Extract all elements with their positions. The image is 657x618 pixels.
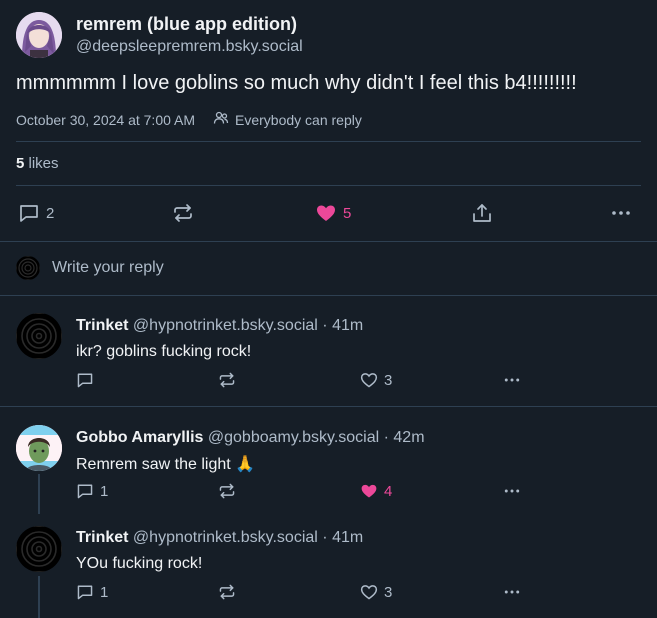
like-count: 3 bbox=[384, 371, 393, 389]
reply-count: 2 bbox=[46, 204, 55, 222]
reply-button[interactable] bbox=[76, 371, 94, 389]
thread-line bbox=[38, 576, 40, 618]
more-options-button[interactable] bbox=[610, 202, 632, 224]
repost-arrows-icon bbox=[218, 371, 236, 389]
repost-button[interactable] bbox=[218, 583, 236, 601]
reply-author-handle[interactable]: @gobboamy.bsky.social bbox=[208, 429, 379, 446]
heart-icon bbox=[315, 202, 337, 224]
reply-text: Remrem saw the light 🙏 bbox=[76, 456, 256, 473]
reply-author-handle[interactable]: @hypnotrinket.bsky.social bbox=[133, 317, 318, 334]
speech-bubble-icon bbox=[76, 371, 94, 389]
reply-count: 1 bbox=[100, 482, 109, 500]
share-upload-icon bbox=[471, 202, 493, 224]
reply-author-name[interactable]: Gobbo Amaryllis bbox=[76, 429, 203, 446]
ellipsis-icon bbox=[502, 371, 522, 389]
repost-button[interactable] bbox=[172, 202, 194, 224]
my-avatar bbox=[16, 256, 40, 280]
share-button[interactable] bbox=[471, 202, 493, 224]
post-timestamp[interactable]: October 30, 2024 at 7:00 AM bbox=[16, 112, 195, 128]
reply-time[interactable]: 41m bbox=[332, 529, 363, 546]
reply-time[interactable]: 42m bbox=[393, 429, 424, 446]
reply-author-name[interactable]: Trinket bbox=[76, 529, 128, 546]
like-count: 5 bbox=[343, 204, 352, 222]
author-handle[interactable]: @deepsleepremrem.bsky.social bbox=[76, 38, 303, 56]
repost-button[interactable] bbox=[218, 371, 236, 389]
likes-summary[interactable]: 5 likes bbox=[16, 155, 59, 172]
reply-avatar[interactable] bbox=[16, 526, 62, 572]
reply-text: YOu fucking rock! bbox=[76, 555, 203, 572]
thread-line bbox=[38, 474, 40, 514]
heart-icon bbox=[360, 371, 378, 389]
reply-header: Trinket @hypnotrinket.bsky.social · 41m bbox=[76, 317, 363, 335]
reply-author-handle[interactable]: @hypnotrinket.bsky.social bbox=[133, 529, 318, 546]
more-options-button[interactable] bbox=[502, 482, 522, 500]
more-options-button[interactable] bbox=[502, 371, 522, 389]
separator: · bbox=[322, 317, 328, 334]
reply-avatar[interactable] bbox=[16, 313, 62, 359]
ellipsis-icon bbox=[502, 583, 522, 601]
likes-label: likes bbox=[28, 155, 59, 172]
reply-setting-link[interactable]: Everybody can reply bbox=[235, 112, 362, 128]
like-count: 3 bbox=[384, 583, 393, 601]
reply-time[interactable]: 41m bbox=[332, 317, 363, 334]
divider bbox=[0, 295, 657, 296]
people-icon bbox=[213, 110, 229, 129]
like-button[interactable]: 3 bbox=[360, 371, 392, 389]
speech-bubble-icon bbox=[76, 482, 94, 500]
repost-arrows-icon bbox=[218, 583, 236, 601]
repost-arrows-icon bbox=[218, 482, 236, 500]
more-options-button[interactable] bbox=[502, 583, 522, 601]
speech-bubble-icon bbox=[18, 202, 40, 224]
reply-text: ikr? goblins fucking rock! bbox=[76, 343, 252, 360]
reply-count: 1 bbox=[100, 583, 109, 601]
post-text: mmmmmm I love goblins so much why didn't… bbox=[16, 72, 577, 94]
like-count: 4 bbox=[384, 482, 393, 500]
divider bbox=[0, 241, 657, 242]
reply-composer[interactable]: Write your reply bbox=[16, 256, 164, 280]
reply-avatar[interactable] bbox=[16, 425, 62, 471]
reply-author-name[interactable]: Trinket bbox=[76, 317, 128, 334]
divider bbox=[0, 406, 657, 407]
author-name[interactable]: remrem (blue app edition) bbox=[76, 14, 297, 35]
reply-header: Gobbo Amaryllis @gobboamy.bsky.social · … bbox=[76, 429, 425, 447]
repost-arrows-icon bbox=[172, 202, 194, 224]
ellipsis-icon bbox=[502, 482, 522, 500]
separator: · bbox=[383, 429, 389, 446]
reply-button[interactable]: 1 bbox=[76, 583, 108, 601]
like-button[interactable]: 3 bbox=[360, 583, 392, 601]
like-button[interactable]: 4 bbox=[360, 482, 392, 500]
separator: · bbox=[322, 529, 328, 546]
repost-button[interactable] bbox=[218, 482, 236, 500]
divider bbox=[16, 185, 641, 186]
heart-icon bbox=[360, 482, 378, 500]
likes-count: 5 bbox=[16, 155, 25, 172]
post-meta: October 30, 2024 at 7:00 AM Everybody ca… bbox=[16, 110, 362, 129]
author-avatar[interactable] bbox=[16, 12, 62, 58]
reply-button[interactable]: 2 bbox=[18, 202, 54, 224]
speech-bubble-icon bbox=[76, 583, 94, 601]
like-button[interactable]: 5 bbox=[315, 202, 351, 224]
ellipsis-icon bbox=[610, 202, 632, 224]
reply-input-placeholder[interactable]: Write your reply bbox=[52, 259, 164, 277]
reply-button[interactable]: 1 bbox=[76, 482, 108, 500]
divider bbox=[16, 141, 641, 142]
heart-icon bbox=[360, 583, 378, 601]
reply-header: Trinket @hypnotrinket.bsky.social · 41m bbox=[76, 529, 363, 547]
